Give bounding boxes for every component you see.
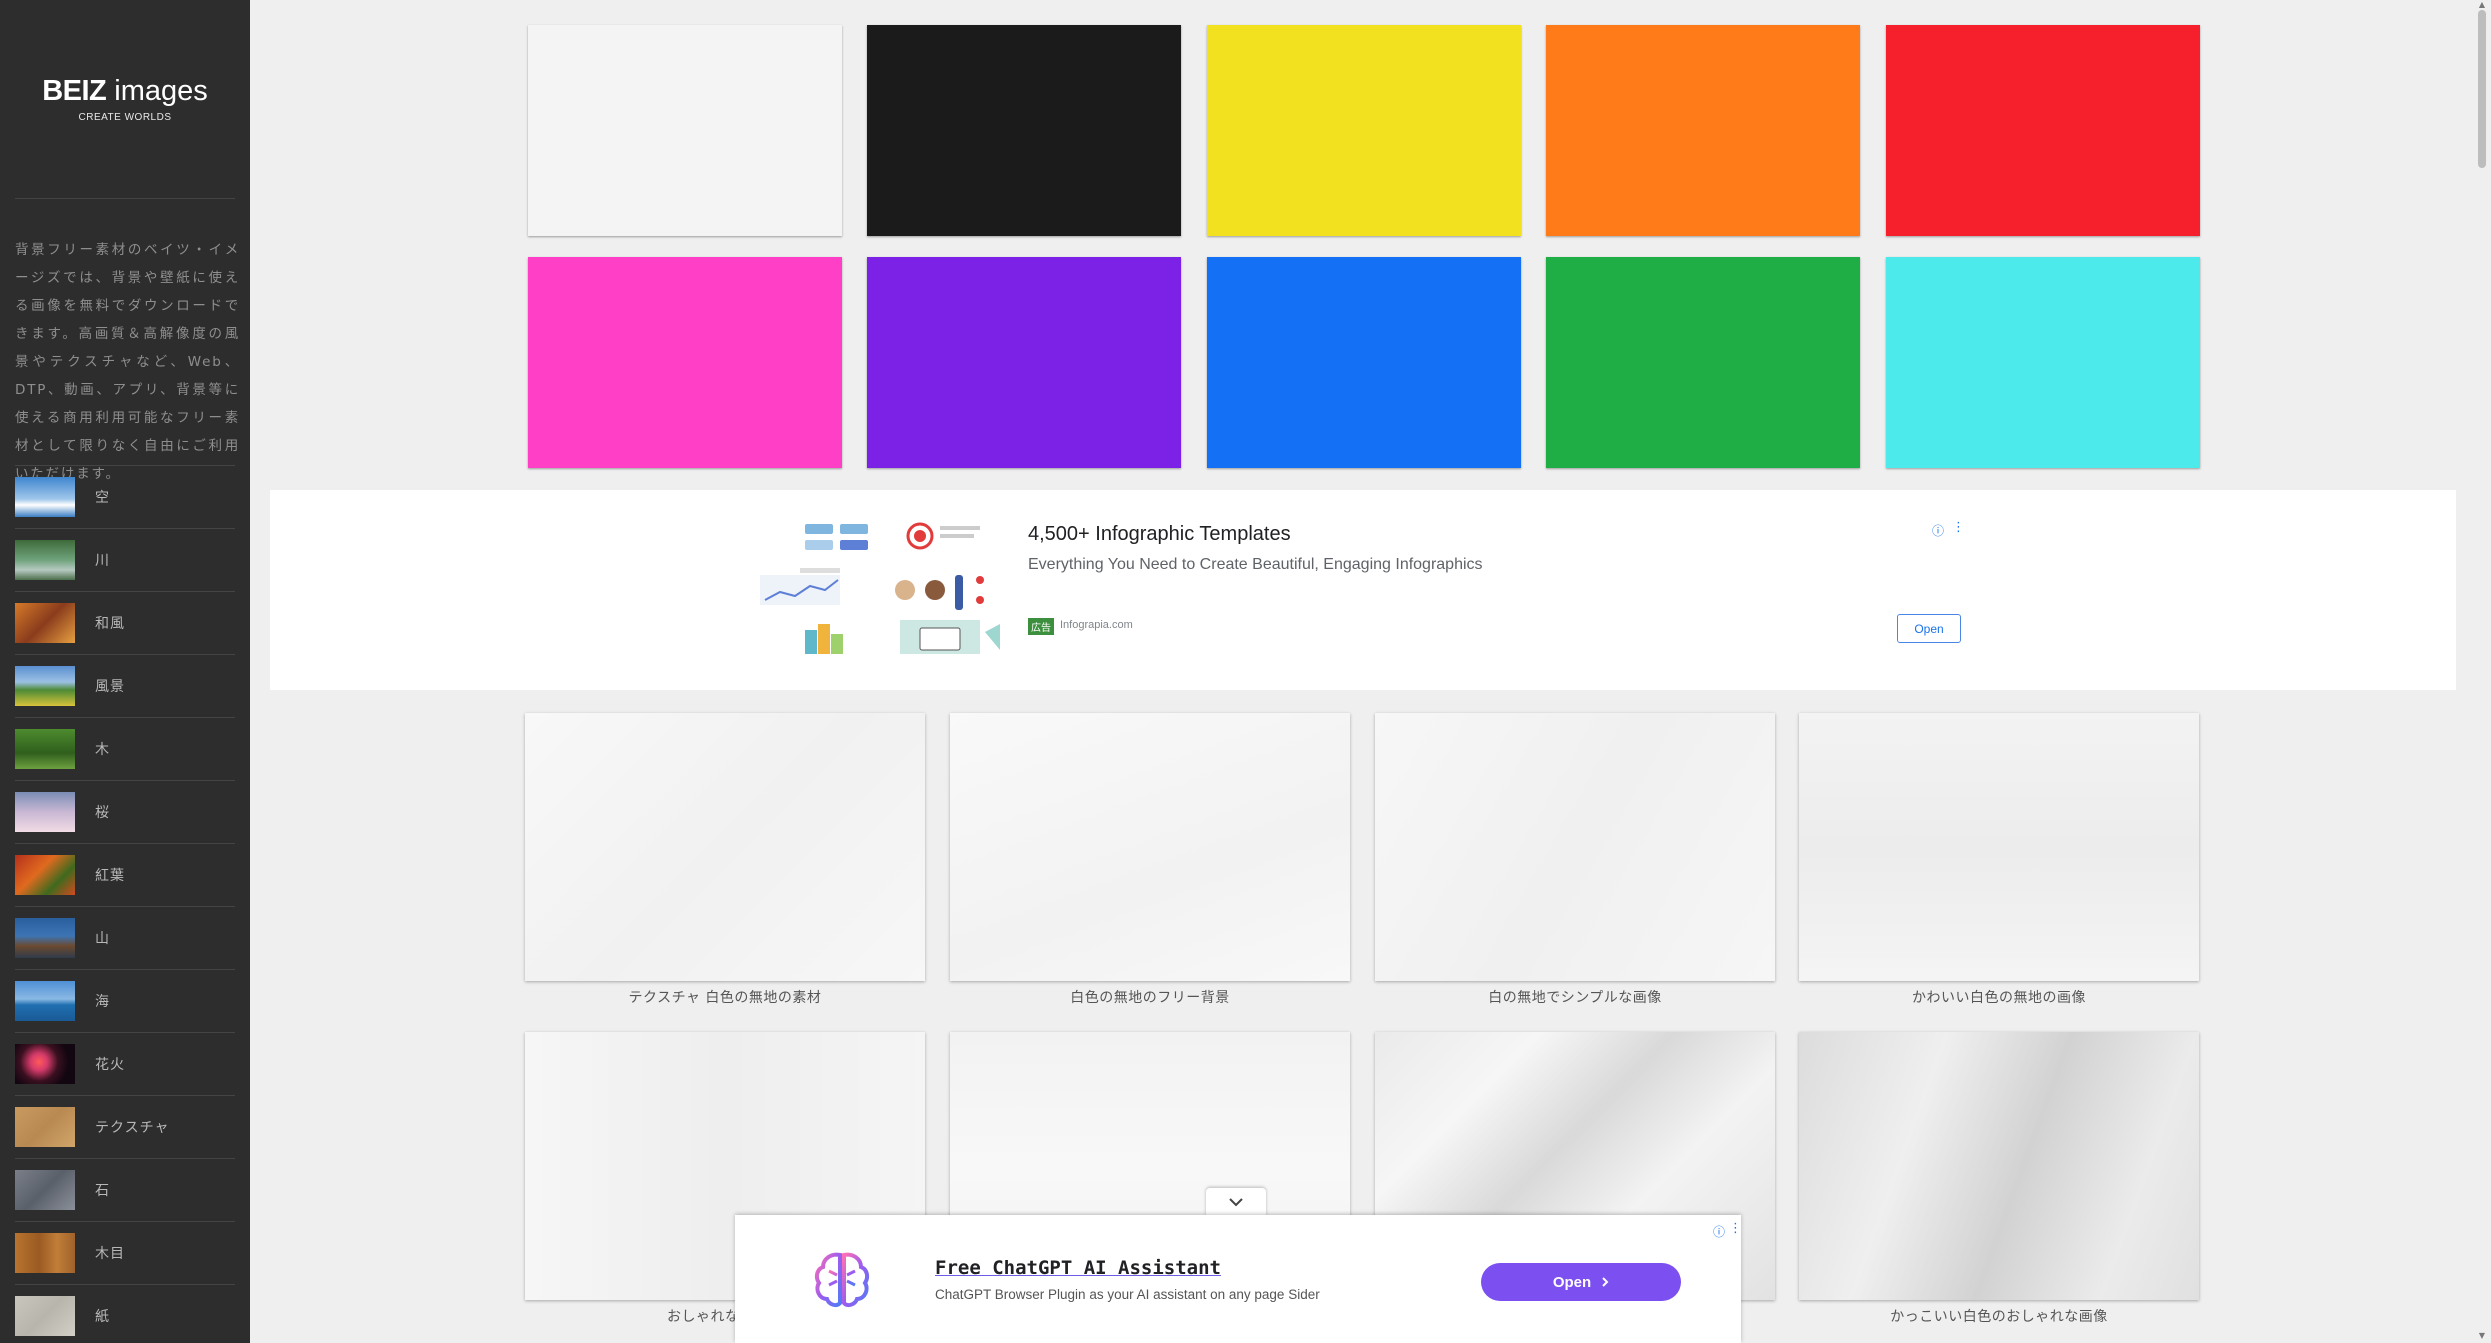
texture-card-caption[interactable]: かわいい白色の無地の画像 (1799, 987, 2199, 1007)
category-thumbnail (15, 666, 75, 706)
sidebar-item-paper[interactable]: 紙 (15, 1284, 235, 1343)
texture-card-caption[interactable]: テクスチャ 白色の無地の素材 (525, 987, 925, 1007)
scrollbar-thumb[interactable] (2478, 10, 2486, 168)
swatch-yellow[interactable] (1207, 25, 1521, 236)
logo-suffix: images (106, 75, 208, 107)
sidebar-item-label: 川 (95, 553, 110, 569)
swatch-pink[interactable] (528, 257, 842, 468)
texture-card-caption[interactable]: 白の無地でシンプルな画像 (1375, 987, 1775, 1007)
sidebar-item-texture[interactable]: テクスチャ (15, 1095, 235, 1158)
texture-card[interactable]: かわいい白色の無地の画像 (1799, 713, 2199, 1007)
texture-card[interactable]: 白の無地でシンプルな画像 (1375, 713, 1775, 1007)
swatch-red[interactable] (1886, 25, 2200, 236)
logo-brand: BEIZ (42, 75, 107, 107)
sticky-ad-description: ChatGPT Browser Plugin as your AI assist… (935, 1287, 1320, 1302)
sidebar-item-mountain[interactable]: 山 (15, 906, 235, 969)
sidebar-item-label: 木 (95, 742, 110, 758)
texture-card-caption[interactable]: 白色の無地のフリー背景 (950, 987, 1350, 1007)
brain-icon (814, 1252, 870, 1308)
site-logo[interactable]: BEIZ images CREATE WORLDS (0, 74, 250, 123)
sidebar-item-river[interactable]: 川 (15, 528, 235, 591)
category-thumbnail (15, 1170, 75, 1210)
sidebar-item-stone[interactable]: 石 (15, 1158, 235, 1221)
sidebar-item-label: 風景 (95, 679, 125, 695)
sticky-ad-info-icon[interactable]: ⓘ (1713, 1223, 1725, 1240)
sidebar-item-label: テクスチャ (95, 1120, 170, 1136)
ad-open-button[interactable]: Open (1897, 614, 1961, 643)
chevron-down-icon (1229, 1198, 1243, 1207)
texture-card-image[interactable] (1799, 713, 2199, 981)
sticky-ad[interactable]: Free ChatGPT AI Assistant ChatGPT Browse… (735, 1215, 1742, 1343)
sidebar-divider (15, 198, 235, 199)
category-thumbnail (15, 918, 75, 958)
logo-tagline: CREATE WORLDS (78, 112, 172, 123)
category-thumbnail (15, 603, 75, 643)
page-scrollbar[interactable]: ▲ ▼ (2473, 0, 2491, 1343)
ad-description: Everything You Need to Create Beautiful,… (1028, 556, 1483, 573)
sidebar-item-label: 山 (95, 931, 110, 947)
category-list: 空 川 和風 風景 木 桜 紅葉 山 海 花火 テクスチャ 石 木目 紙 (15, 465, 235, 1343)
category-thumbnail (15, 792, 75, 832)
category-thumbnail (15, 540, 75, 580)
swatch-orange[interactable] (1546, 25, 1860, 236)
swatch-green[interactable] (1546, 257, 1860, 468)
swatch-cyan[interactable] (1886, 257, 2200, 468)
sticky-ad-open-label: Open (1552, 1273, 1592, 1291)
sidebar-item-label: 海 (95, 994, 110, 1010)
ad-badge: 広告 (1028, 618, 1054, 635)
texture-card-image[interactable] (1375, 713, 1775, 981)
category-thumbnail (15, 1107, 75, 1147)
texture-card-image[interactable] (950, 713, 1350, 981)
sidebar-item-label: 花火 (95, 1057, 125, 1073)
sidebar-item-tree[interactable]: 木 (15, 717, 235, 780)
swatch-black[interactable] (867, 25, 1181, 236)
ad-title[interactable]: 4,500+ Infographic Templates (1028, 523, 1291, 546)
ad-domain[interactable]: Infograpia.com (1060, 619, 1133, 631)
sticky-ad-menu-icon[interactable]: ⋮ (1729, 1221, 1742, 1236)
category-thumbnail (15, 477, 75, 517)
category-thumbnail (15, 1044, 75, 1084)
sidebar-item-label: 木目 (95, 1246, 125, 1262)
sticky-ad-title[interactable]: Free ChatGPT AI Assistant (935, 1257, 1221, 1279)
texture-card[interactable]: 白色の無地のフリー背景 (950, 713, 1350, 1007)
sidebar-item-fireworks[interactable]: 花火 (15, 1032, 235, 1095)
texture-card-caption[interactable]: かっこいい白色のおしゃれな画像 (1799, 1306, 2199, 1326)
sidebar-item-label: 紅葉 (95, 868, 125, 884)
sidebar-item-label: 空 (95, 490, 110, 506)
sidebar-item-label: 和風 (95, 616, 125, 632)
ad-menu-icon[interactable]: ⋮ (1952, 520, 1965, 535)
scroll-down-arrow-icon[interactable]: ▼ (2477, 1331, 2487, 1341)
sidebar-item-label: 石 (95, 1183, 110, 1199)
ad-banner[interactable]: 4,500+ Infographic Templates Everything … (270, 490, 2456, 690)
sticky-ad-open-button[interactable]: Open (1481, 1263, 1681, 1301)
sidebar-item-cherry-blossom[interactable]: 桜 (15, 780, 235, 843)
texture-card[interactable]: テクスチャ 白色の無地の素材 (525, 713, 925, 1007)
category-thumbnail (15, 729, 75, 769)
texture-card-image[interactable] (1799, 1032, 2199, 1300)
site-intro: 背景フリー素材のベイツ・イメージズでは、背景や壁紙に使える画像を無料でダウンロー… (15, 241, 240, 482)
chevron-right-icon (1602, 1277, 1609, 1287)
sidebar-item-label: 紙 (95, 1309, 110, 1325)
swatch-purple[interactable] (867, 257, 1181, 468)
texture-card[interactable]: かっこいい白色のおしゃれな画像 (1799, 1032, 2199, 1326)
sidebar-item-sea[interactable]: 海 (15, 969, 235, 1032)
ad-info-icon[interactable]: ⓘ (1932, 522, 1944, 539)
category-thumbnail (15, 1233, 75, 1273)
swatch-blue[interactable] (1207, 257, 1521, 468)
sidebar: BEIZ images CREATE WORLDS 背景フリー素材のベイツ・イメ… (0, 0, 250, 1343)
sidebar-item-sky[interactable]: 空 (15, 465, 235, 528)
sidebar-item-wood-grain[interactable]: 木目 (15, 1221, 235, 1284)
category-thumbnail (15, 1296, 75, 1336)
sidebar-item-label: 桜 (95, 805, 110, 821)
sidebar-item-autumn-leaves[interactable]: 紅葉 (15, 843, 235, 906)
scroll-up-arrow-icon[interactable]: ▲ (2477, 0, 2487, 10)
category-thumbnail (15, 855, 75, 895)
ad-infographic-image (760, 520, 1010, 656)
sidebar-item-scenery[interactable]: 風景 (15, 654, 235, 717)
sidebar-item-japanese-style[interactable]: 和風 (15, 591, 235, 654)
swatch-white[interactable] (528, 25, 842, 236)
sticky-ad-collapse-button[interactable] (1206, 1188, 1266, 1216)
category-thumbnail (15, 981, 75, 1021)
texture-card-image[interactable] (525, 713, 925, 981)
